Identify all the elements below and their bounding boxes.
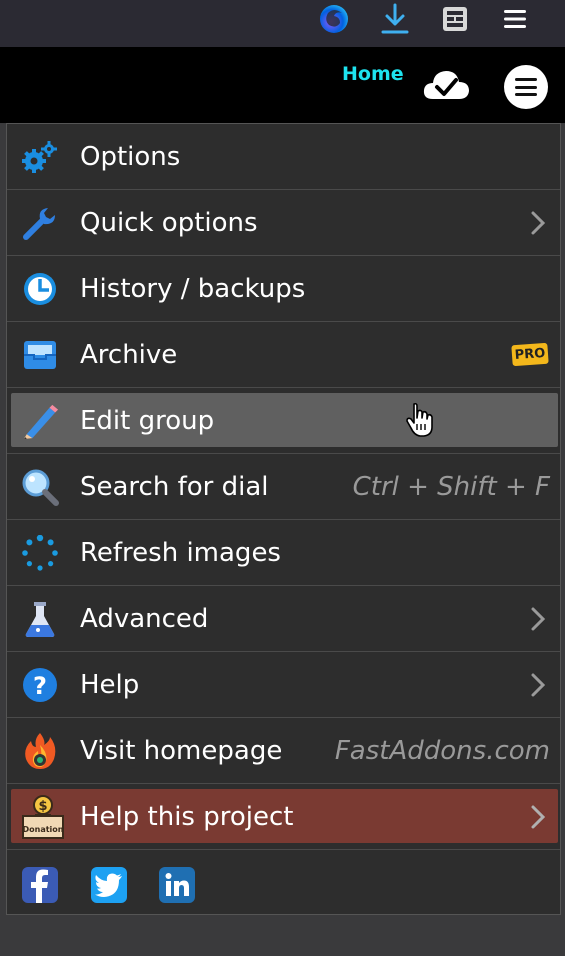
chevron-right-icon [531, 673, 546, 697]
menu-item-label: History / backups [80, 274, 306, 304]
main-menu-button[interactable] [504, 65, 548, 109]
extension-header: Home [0, 47, 565, 123]
menu-item-options[interactable]: Options [7, 124, 560, 190]
magnifier-icon [21, 469, 59, 506]
menu-item-help[interactable]: ? Help [7, 652, 560, 718]
question-icon: ? [21, 667, 59, 703]
pro-badge: PRO [511, 342, 549, 367]
homepage-link-text: FastAddons.com [334, 736, 550, 766]
spinner-icon [21, 535, 59, 571]
social-links-row [7, 850, 560, 914]
menu-item-history-backups[interactable]: History / backups [7, 256, 560, 322]
fire-icon [21, 733, 59, 769]
clock-icon [21, 271, 59, 307]
chevron-right-icon [531, 607, 546, 631]
menu-item-visit-homepage[interactable]: Visit homepage FastAddons.com [7, 718, 560, 784]
keyboard-shortcut: Ctrl + Shift + F [352, 472, 550, 502]
menu-item-label: Search for dial [80, 472, 269, 502]
speed-dial-extension-icon[interactable] [438, 2, 472, 36]
twitter-icon[interactable] [91, 867, 127, 903]
chevron-right-icon [531, 805, 546, 829]
hand-pointer-cursor-icon [405, 402, 439, 438]
menu-item-refresh-images[interactable]: Refresh images [7, 520, 560, 586]
wrench-icon [21, 205, 59, 241]
menu-item-label: Help this project [80, 802, 294, 832]
app-menu-icon[interactable] [498, 2, 532, 36]
menu-item-advanced[interactable]: Advanced [7, 586, 560, 652]
svg-text:?: ? [33, 672, 47, 700]
pencil-icon [21, 403, 59, 440]
facebook-icon[interactable] [22, 867, 58, 903]
donation-box-icon: $ Donation [19, 794, 67, 840]
archive-tray-icon [21, 337, 59, 373]
menu-item-archive[interactable]: Archive PRO [7, 322, 560, 388]
menu-item-help-this-project[interactable]: $ Donation Help this project [7, 784, 560, 850]
main-dropdown-menu: Options Quick options History / backups [6, 123, 561, 915]
menu-item-search-for-dial[interactable]: Search for dial Ctrl + Shift + F [7, 454, 560, 520]
menu-item-label: Refresh images [80, 538, 281, 568]
menu-item-label: Help [80, 670, 140, 700]
menu-item-label: Options [80, 142, 181, 172]
donation-box-text: Donation [23, 825, 64, 834]
cloud-sync-icon[interactable] [421, 67, 471, 101]
linkedin-icon[interactable] [159, 867, 195, 903]
svg-text:$: $ [38, 799, 47, 814]
menu-item-label: Visit homepage [80, 736, 283, 766]
download-icon[interactable] [378, 2, 412, 36]
chevron-right-icon [531, 211, 546, 235]
menu-item-label: Edit group [80, 406, 215, 436]
menu-item-edit-group[interactable]: Edit group [7, 388, 560, 454]
firefox-icon[interactable] [317, 2, 351, 36]
menu-item-label: Quick options [80, 208, 258, 238]
menu-item-label: Advanced [80, 604, 209, 634]
browser-toolbar [0, 0, 565, 47]
flask-icon [21, 601, 59, 637]
home-link[interactable]: Home [342, 63, 404, 85]
menu-item-label: Archive [80, 340, 178, 370]
menu-item-quick-options[interactable]: Quick options [7, 190, 560, 256]
gears-icon [21, 139, 59, 175]
